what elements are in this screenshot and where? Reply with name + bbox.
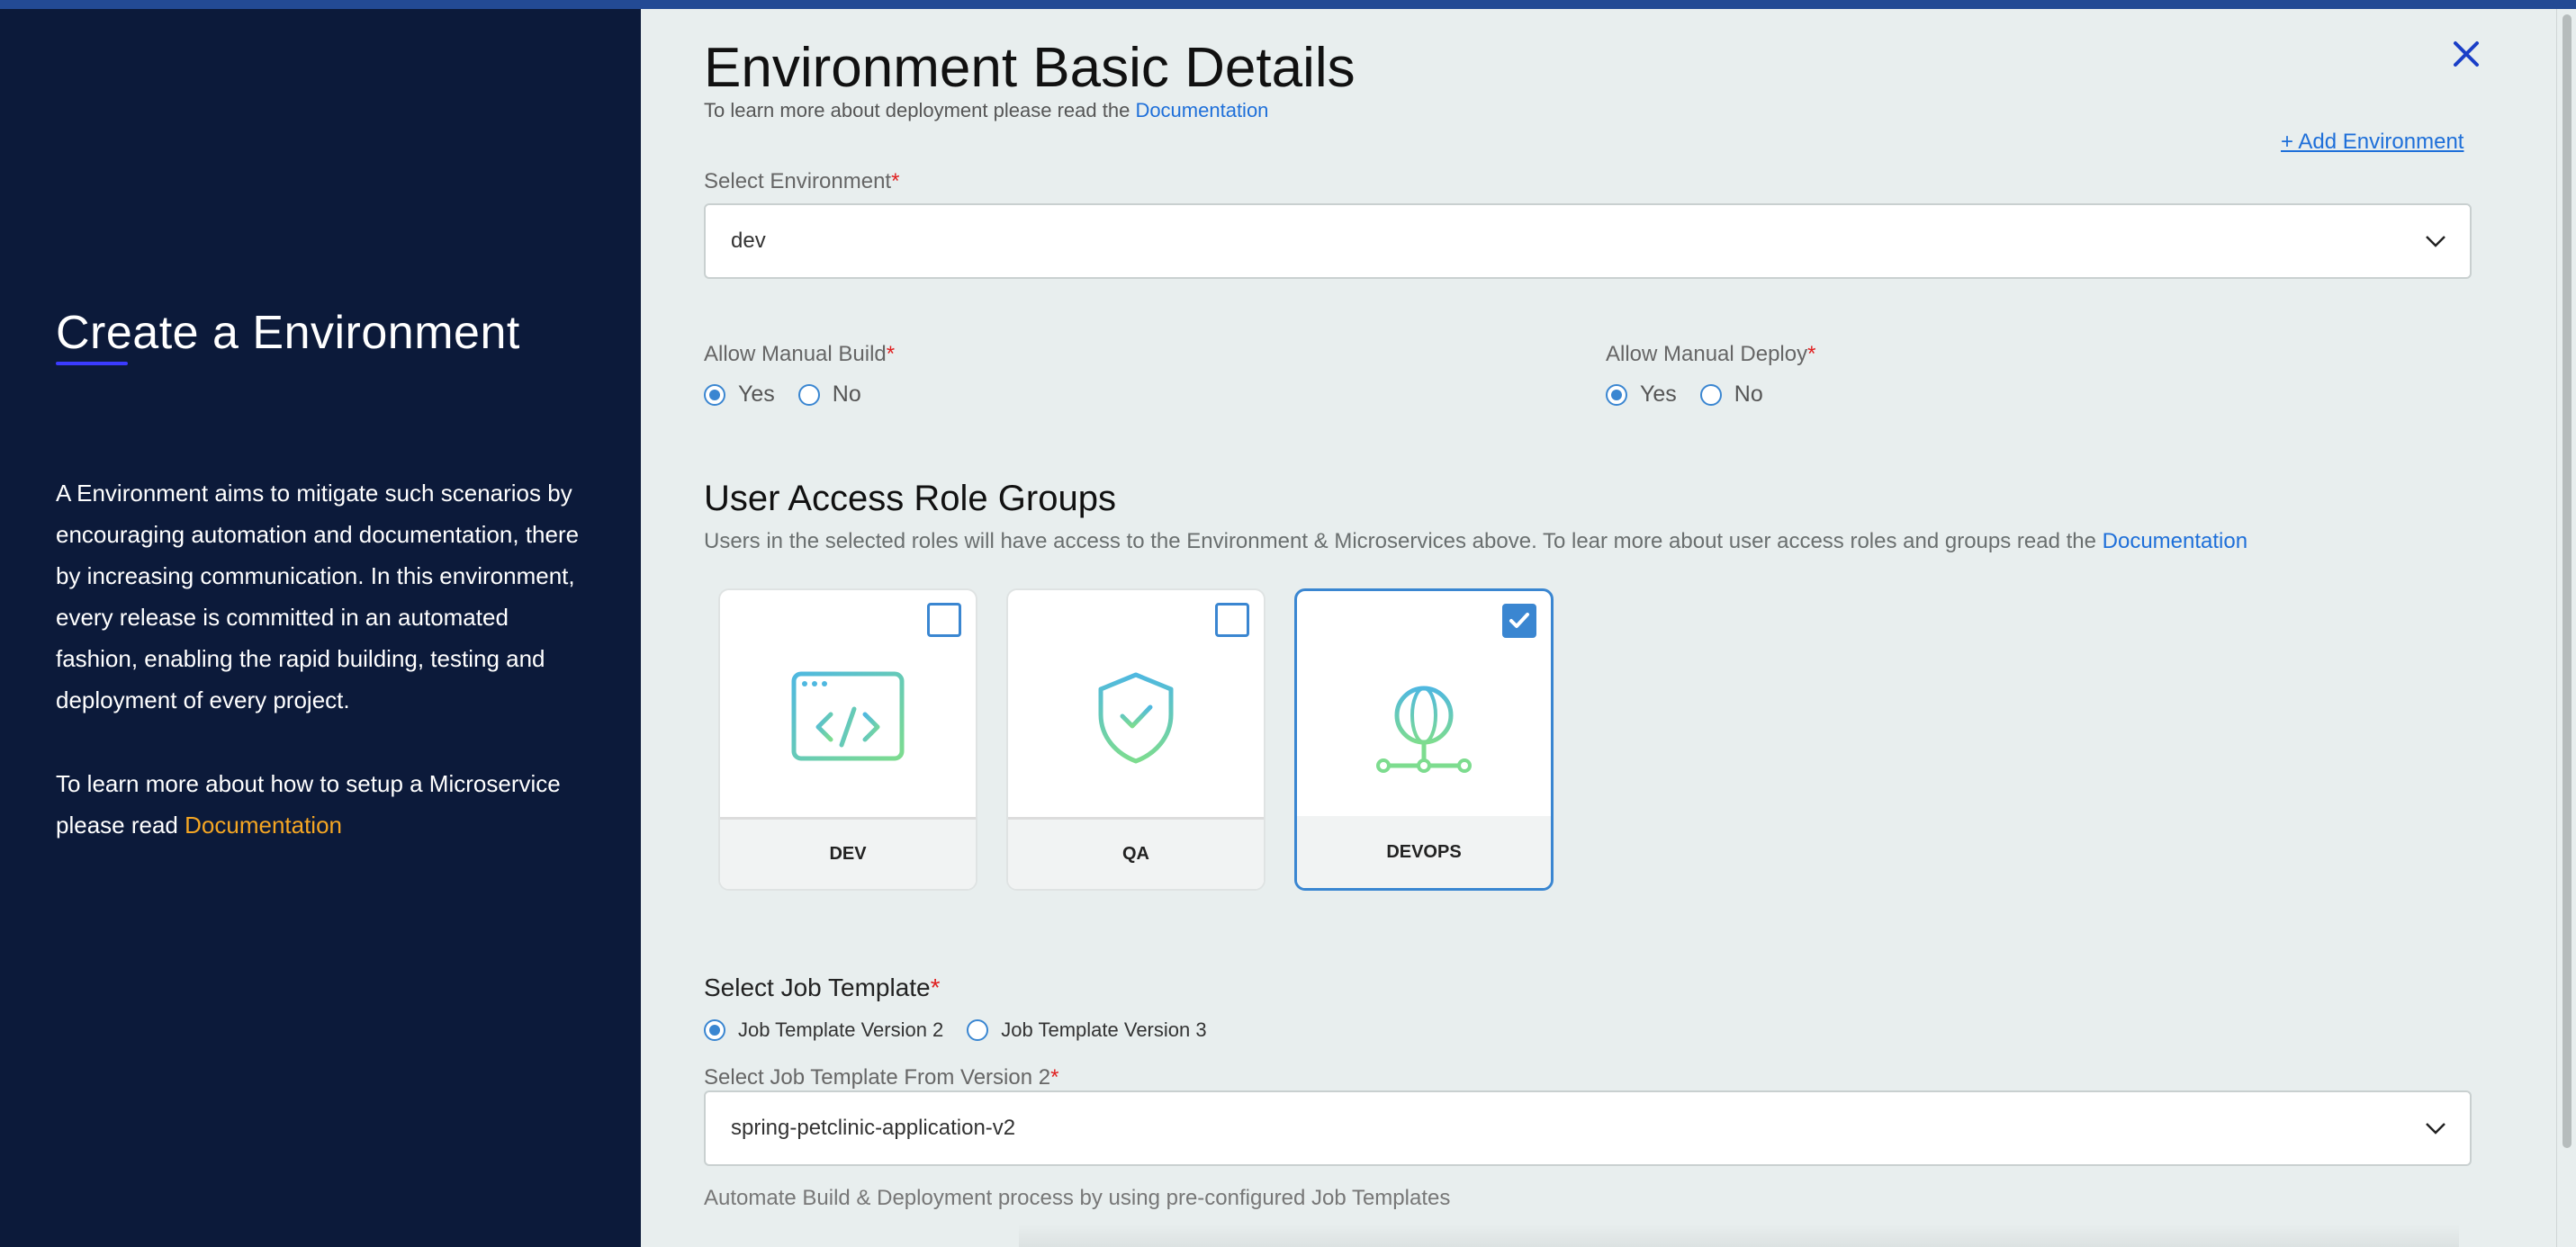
role-icon-wrap (1297, 685, 1551, 778)
required-mark: * (1807, 342, 1816, 366)
radio-label: Yes (738, 381, 775, 407)
role-groups-description-text: Users in the selected roles will have ac… (704, 529, 2096, 553)
job-template-from-label-text: Select Job Template From Version 2 (704, 1065, 1051, 1090)
required-mark: * (891, 169, 900, 193)
top-accent-bar (0, 0, 2576, 9)
left-panel-description: A Environment aims to mitigate such scen… (56, 480, 580, 713)
job-template-helper-text: Automate Build & Deployment process by u… (704, 1186, 1451, 1210)
role-card-dev[interactable]: DEV (718, 588, 977, 891)
chevron-down-icon (2426, 1123, 2445, 1135)
required-mark: * (886, 342, 896, 366)
subtitle-text: To learn more about deployment please re… (704, 99, 1130, 121)
manual-deploy-radio-group: Yes No (1606, 381, 1787, 408)
manual-build-label: Allow Manual Build* (704, 342, 895, 367)
manual-deploy-label-text: Allow Manual Deploy (1606, 342, 1808, 366)
title-underline (56, 362, 128, 365)
radio-unselected[interactable] (1699, 383, 1722, 406)
left-info-panel: Create a Environment A Environment aims … (0, 9, 641, 1247)
job-template-radio-group: Job Template Version 2 Job Template Vers… (704, 1018, 1230, 1042)
role-groups-documentation-link[interactable]: Documentation (2103, 529, 2247, 553)
subtitle-documentation-link[interactable]: Documentation (1135, 99, 1268, 121)
radio-label: No (832, 381, 861, 407)
manual-deploy-label: Allow Manual Deploy* (1606, 342, 1815, 367)
role-card-label: DEVOPS (1297, 816, 1551, 888)
add-environment-button[interactable]: + Add Environment (2281, 130, 2463, 155)
role-icon-wrap (720, 671, 976, 761)
role-card-label: DEV (720, 817, 976, 889)
role-groups-title: User Access Role Groups (704, 479, 1116, 518)
checkmark-icon (1509, 613, 1529, 628)
role-card-qa[interactable]: QA (1006, 588, 1265, 891)
select-environment-label-text: Select Environment (704, 169, 892, 193)
radio-selected[interactable] (704, 1019, 725, 1041)
chevron-down-icon (2426, 236, 2445, 247)
bottom-shadow (1019, 1224, 2459, 1247)
radio-selected[interactable] (1606, 383, 1627, 406)
radio-unselected[interactable] (797, 383, 820, 406)
job-template-v2-option[interactable]: Job Template Version 2 (704, 1018, 943, 1042)
manual-deploy-no-option[interactable]: No (1699, 381, 1763, 408)
left-documentation-link[interactable]: Documentation (185, 812, 342, 839)
role-checkbox-dev[interactable] (927, 603, 961, 637)
code-window-icon (791, 671, 905, 761)
manual-build-yes-option[interactable]: Yes (704, 381, 775, 408)
manual-deploy-yes-option[interactable]: Yes (1606, 381, 1677, 408)
globe-network-icon (1376, 686, 1472, 773)
role-checkbox-devops[interactable] (1502, 604, 1536, 638)
scrollbar[interactable] (2556, 9, 2576, 1247)
left-panel-learn-more: To learn more about how to setup a Micro… (56, 763, 596, 846)
environment-select-value: dev (731, 229, 766, 253)
job-template-label-text: Select Job Template (704, 973, 931, 1001)
environment-select[interactable]: dev (704, 203, 2472, 279)
role-card-label: QA (1008, 817, 1264, 889)
job-template-select[interactable]: spring-petclinic-application-v2 (704, 1090, 2472, 1166)
role-icon-wrap (1008, 671, 1264, 765)
left-panel-title: Create a Environment (56, 307, 520, 359)
required-mark: * (930, 973, 941, 1001)
required-mark: * (1050, 1065, 1059, 1090)
environment-form-panel: Environment Basic Details To learn more … (641, 9, 2556, 1247)
radio-label: No (1734, 381, 1763, 407)
job-template-select-value: spring-petclinic-application-v2 (731, 1116, 1016, 1140)
page-title: Environment Basic Details (704, 37, 1356, 99)
radio-label: Job Template Version 3 (1001, 1018, 1207, 1041)
select-environment-label: Select Environment* (704, 169, 899, 194)
manual-build-radio-group: Yes No (704, 381, 885, 408)
close-icon[interactable] (2448, 36, 2484, 72)
role-checkbox-qa[interactable] (1215, 603, 1249, 637)
job-template-label: Select Job Template* (704, 973, 941, 1002)
radio-selected[interactable] (704, 383, 725, 406)
job-template-v3-option[interactable]: Job Template Version 3 (967, 1018, 1207, 1042)
radio-label: Yes (1640, 381, 1677, 407)
role-card-devops[interactable]: DEVOPS (1294, 588, 1554, 891)
job-template-from-label: Select Job Template From Version 2* (704, 1065, 1058, 1090)
radio-unselected[interactable] (967, 1019, 989, 1041)
role-groups-description: Users in the selected roles will have ac… (704, 529, 2247, 554)
radio-label: Job Template Version 2 (738, 1018, 944, 1041)
manual-build-label-text: Allow Manual Build (704, 342, 887, 366)
manual-build-no-option[interactable]: No (797, 381, 861, 408)
shield-check-icon (1098, 672, 1174, 764)
scrollbar-thumb[interactable] (2562, 14, 2571, 1148)
page-subtitle: To learn more about deployment please re… (704, 99, 1268, 122)
